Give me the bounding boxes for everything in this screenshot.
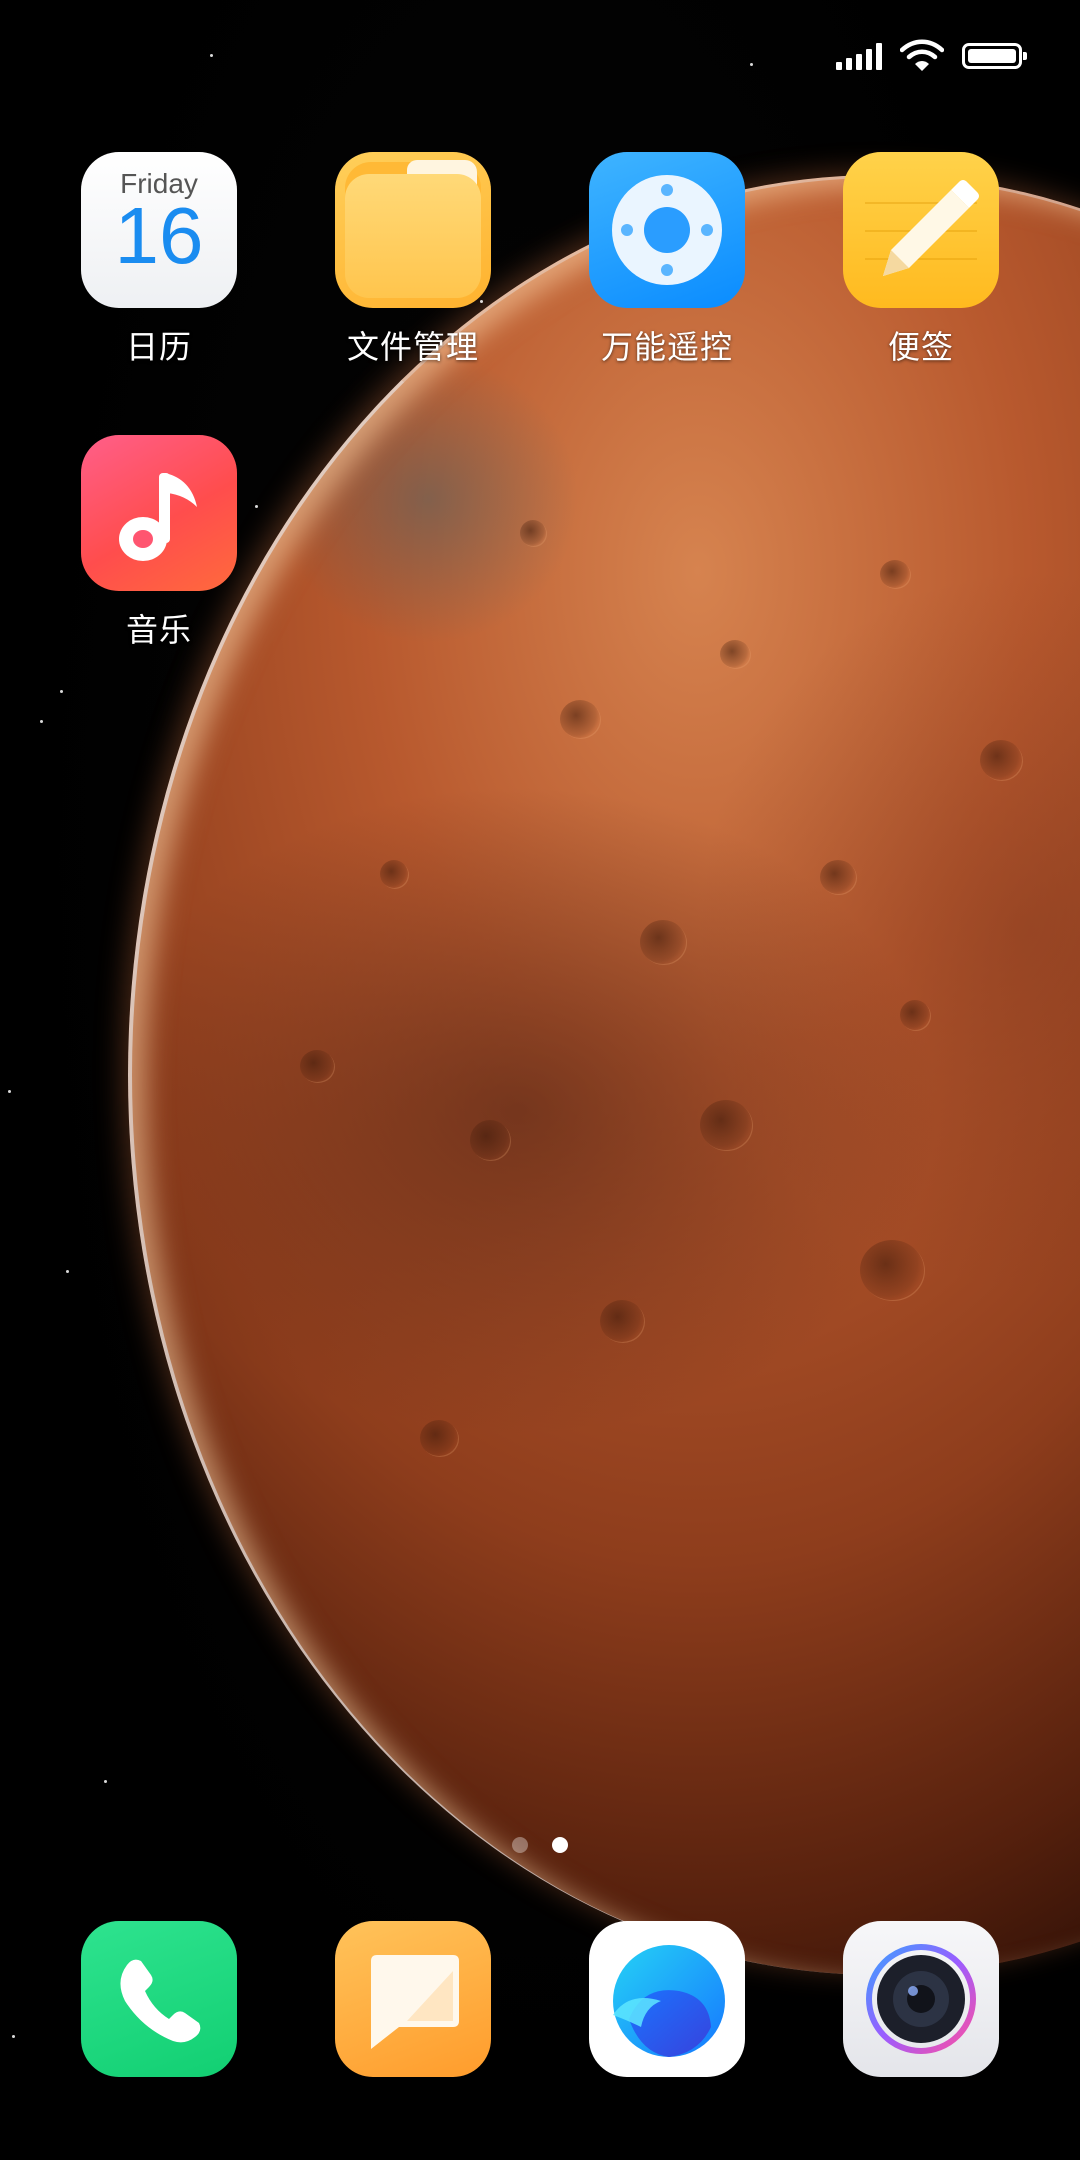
dock-camera[interactable] [821, 1921, 1021, 2077]
app-music[interactable]: 音乐 [59, 435, 259, 651]
app-label-notes: 便签 [887, 328, 954, 366]
remote-control-icon[interactable] [589, 152, 745, 308]
browser-icon[interactable] [589, 1921, 745, 2077]
app-universal-remote[interactable]: 万能遥控 [567, 152, 767, 368]
app-label-file-manager: 文件管理 [346, 328, 479, 366]
app-label-universal-remote: 万能遥控 [600, 328, 733, 366]
page-dot-1[interactable] [512, 1837, 528, 1853]
app-label-music: 音乐 [125, 611, 192, 649]
notes-pencil-icon[interactable] [843, 152, 999, 308]
app-file-manager[interactable]: 文件管理 [313, 152, 513, 368]
app-notes[interactable]: 便签 [821, 152, 1021, 368]
dock-phone[interactable] [59, 1921, 259, 2077]
phone-icon[interactable] [81, 1921, 237, 2077]
music-note-icon[interactable] [81, 435, 237, 591]
app-calendar[interactable]: Friday 16 日历 [59, 152, 259, 368]
camera-icon[interactable] [843, 1921, 999, 2077]
cellular-signal-icon [836, 42, 882, 70]
page-indicator [0, 1837, 1080, 1853]
calendar-date: 16 [114, 191, 204, 280]
mars-atmosphere-limb [128, 175, 1080, 1975]
calendar-icon[interactable]: Friday 16 [81, 152, 237, 308]
home-screen: Friday 16 日历 文件管理 万能遥控 便签 音乐 [0, 0, 1080, 2160]
page-dot-2-active[interactable] [552, 1837, 568, 1853]
dock-messages[interactable] [313, 1921, 513, 2077]
status-bar [836, 38, 1027, 74]
folder-icon[interactable] [335, 152, 491, 308]
dock-browser[interactable] [567, 1921, 767, 2077]
wifi-icon [900, 39, 944, 71]
messages-icon[interactable] [335, 1921, 491, 2077]
battery-full-icon [962, 43, 1027, 69]
app-label-calendar: 日历 [125, 328, 192, 366]
